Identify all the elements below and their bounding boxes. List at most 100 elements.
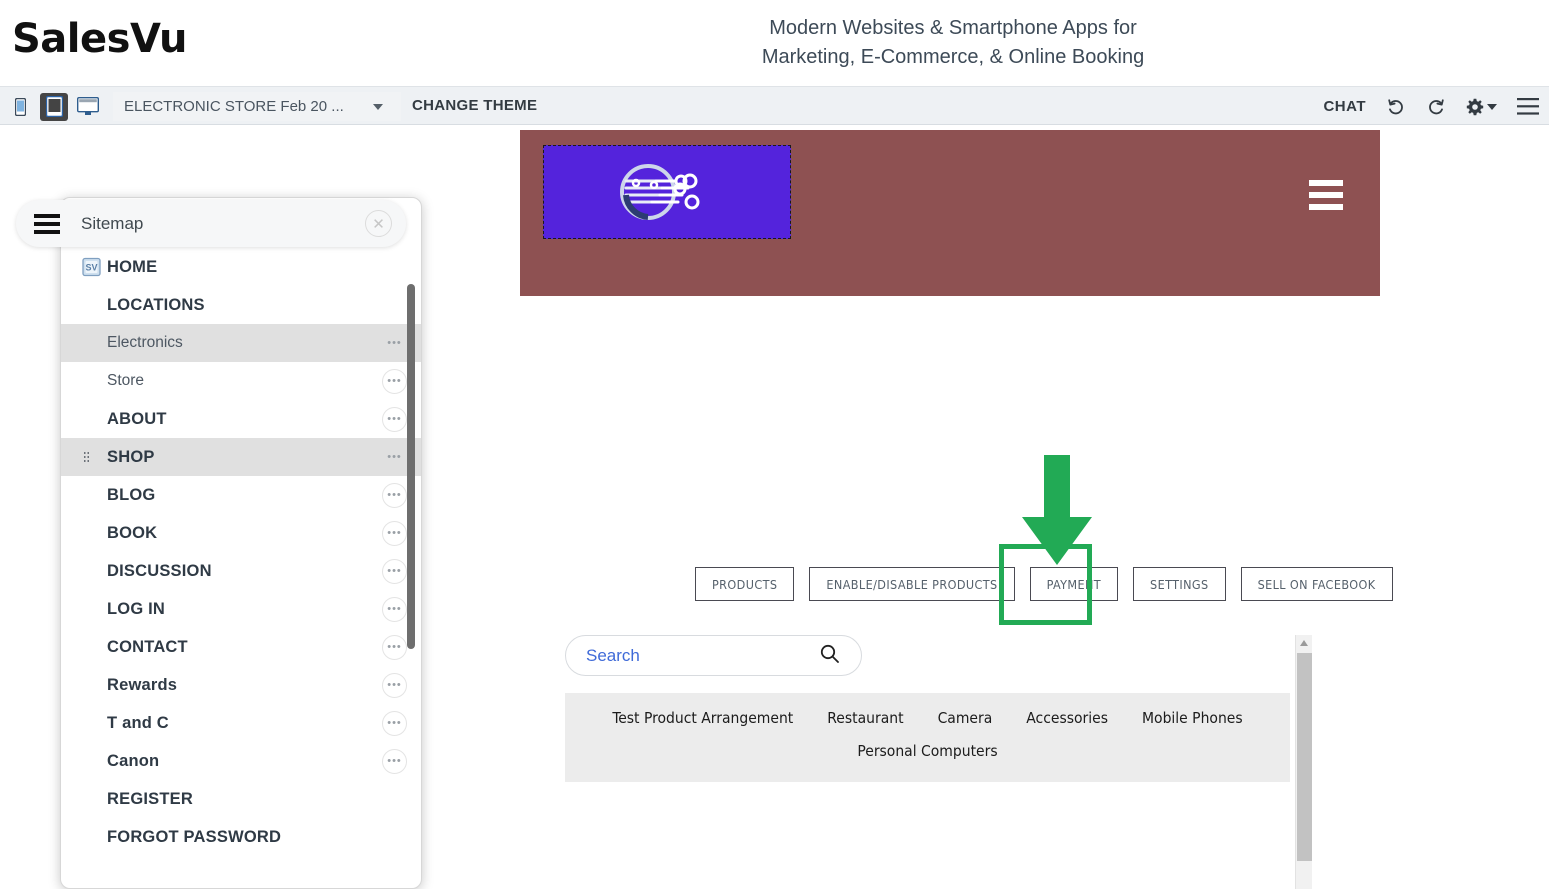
- search-input[interactable]: [566, 645, 820, 666]
- item-options-button[interactable]: •••: [382, 482, 407, 508]
- desktop-icon: [77, 97, 99, 115]
- product-thumbnail[interactable]: [580, 875, 710, 889]
- sitemap-item-t-and-c[interactable]: T and C •••: [61, 704, 421, 742]
- sitemap-item-label: ABOUT: [107, 409, 167, 428]
- scrollbar-thumb[interactable]: [407, 284, 415, 649]
- sitemap-menu-button[interactable]: [34, 213, 60, 234]
- sitemap-item-store[interactable]: Store •••: [61, 362, 421, 400]
- sitemap-item-label: Electronics: [107, 334, 183, 351]
- site-menu-button[interactable]: [1309, 180, 1343, 210]
- sitemap-item-forgot-password[interactable]: FORGOT PASSWORD: [61, 818, 421, 856]
- sitemap-item-label: CONTACT: [107, 637, 188, 656]
- sitemap-item-label: HOME: [107, 257, 158, 276]
- chat-button[interactable]: CHAT: [1323, 98, 1366, 115]
- sitemap-item-label: Canon: [107, 751, 160, 770]
- category-item[interactable]: Mobile Phones: [1142, 709, 1243, 727]
- sitemap-item-locations[interactable]: LOCATIONS: [61, 286, 421, 324]
- preview-scrollbar[interactable]: [1295, 635, 1312, 889]
- enable-disable-products-button[interactable]: ENABLE/DISABLE PRODUCTS: [809, 567, 1015, 601]
- hamburger-menu-icon: [1517, 98, 1539, 115]
- undo-icon: [1388, 98, 1403, 114]
- item-options-button[interactable]: •••: [382, 596, 407, 622]
- tablet-icon: [45, 96, 63, 117]
- close-icon[interactable]: ✕: [365, 210, 392, 237]
- sitemap-item-label: DISCUSSION: [107, 561, 212, 580]
- sitemap-item-log-in[interactable]: LOG IN •••: [61, 590, 421, 628]
- sitemap-item-electronics[interactable]: Electronics •••: [61, 324, 421, 362]
- sitemap-item-register[interactable]: REGISTER: [61, 780, 421, 818]
- desktop-view-button[interactable]: [74, 93, 102, 121]
- product-thumbnail[interactable]: [865, 875, 995, 889]
- search-icon[interactable]: [820, 644, 839, 668]
- product-search-field[interactable]: [565, 635, 862, 676]
- sitemap-item-home[interactable]: SV HOME: [61, 248, 421, 286]
- scroll-up-arrow-icon[interactable]: [1300, 640, 1308, 646]
- sitemap-item-label: REGISTER: [107, 789, 193, 808]
- sitemap-item-label: T and C: [107, 713, 169, 732]
- chevron-down-icon: [373, 103, 383, 110]
- category-row-1: Test Product Arrangement Restaurant Came…: [565, 693, 1290, 727]
- redo-icon: [1429, 98, 1444, 114]
- sitemap-item-canon[interactable]: Canon •••: [61, 742, 421, 780]
- payment-button[interactable]: PAYMENT: [1029, 567, 1119, 601]
- product-thumbnail[interactable]: [1150, 875, 1280, 889]
- sitemap-item-about[interactable]: ABOUT •••: [61, 400, 421, 438]
- sitemap-item-label: LOCATIONS: [107, 295, 205, 314]
- sell-on-facebook-button[interactable]: SELL ON FACEBOOK: [1240, 567, 1393, 601]
- sitemap-item-label: Rewards: [107, 675, 178, 694]
- gear-icon: [1466, 98, 1484, 115]
- category-row-2: Personal Computers: [565, 727, 1290, 760]
- hamburger-menu-icon: [34, 213, 60, 218]
- item-options-button[interactable]: •••: [382, 558, 407, 584]
- item-options-button[interactable]: •••: [382, 368, 407, 394]
- change-theme-button[interactable]: CHANGE THEME: [412, 97, 537, 114]
- phone-icon: [14, 97, 26, 116]
- tablet-view-button[interactable]: [40, 92, 68, 121]
- item-options-button[interactable]: •••: [382, 445, 407, 470]
- toolbar-right-actions: CHAT: [1323, 87, 1539, 126]
- sitemap-header: Sitemap ✕: [16, 200, 406, 247]
- phone-view-button[interactable]: [6, 93, 34, 121]
- item-options-button[interactable]: •••: [382, 520, 407, 546]
- scrollbar-thumb[interactable]: [1297, 653, 1312, 861]
- undo-button[interactable]: [1386, 97, 1406, 117]
- brand-header: SalesVu Modern Websites & Smartphone App…: [0, 0, 1549, 86]
- sitemap-item-discussion[interactable]: DISCUSSION •••: [61, 552, 421, 590]
- category-item[interactable]: Test Product Arrangement: [612, 709, 793, 727]
- item-options-button[interactable]: •••: [382, 406, 407, 432]
- sitemap-panel: SV HOME LOCATIONS Electronics ••• Store ••• ABO…: [60, 197, 422, 889]
- salesvu-logo: SalesVu: [12, 16, 187, 62]
- products-button[interactable]: PRODUCTS: [695, 567, 795, 601]
- sitemap-item-shop[interactable]: SHOP •••: [61, 438, 421, 476]
- theme-dropdown[interactable]: ELECTRONIC STORE Feb 20 ...: [113, 92, 401, 121]
- item-options-button[interactable]: •••: [382, 748, 407, 774]
- main-menu-button[interactable]: [1517, 98, 1539, 115]
- category-item[interactable]: Camera: [938, 709, 993, 727]
- sitemap-item-label: BOOK: [107, 523, 158, 542]
- item-options-button[interactable]: •••: [382, 331, 407, 356]
- item-options-button[interactable]: •••: [382, 634, 407, 660]
- shop-admin-buttons: PRODUCTS ENABLE/DISABLE PRODUCTS PAYMENT…: [695, 567, 1393, 601]
- sitemap-scrollbar[interactable]: [407, 284, 415, 704]
- settings-button-shop[interactable]: SETTINGS: [1133, 567, 1226, 601]
- site-logo-image[interactable]: [543, 145, 791, 239]
- sitemap-item-blog[interactable]: BLOG •••: [61, 476, 421, 514]
- sitemap-item-rewards[interactable]: Rewards •••: [61, 666, 421, 704]
- item-options-button[interactable]: •••: [382, 710, 407, 736]
- sitemap-item-label: BLOG: [107, 485, 156, 504]
- sitemap-item-book[interactable]: BOOK •••: [61, 514, 421, 552]
- category-item[interactable]: Accessories: [1026, 709, 1108, 727]
- sitemap-item-label: FORGOT PASSWORD: [107, 827, 282, 846]
- sitemap-item-label: LOG IN: [107, 599, 166, 618]
- drag-handle-icon[interactable]: [83, 451, 90, 463]
- settings-button[interactable]: [1466, 98, 1497, 116]
- salesvu-badge-icon: SV: [81, 257, 102, 278]
- item-options-button[interactable]: •••: [382, 672, 407, 698]
- sitemap-item-contact[interactable]: CONTACT •••: [61, 628, 421, 666]
- tagline-line-1: Modern Websites & Smartphone Apps for: [769, 17, 1137, 39]
- redo-button[interactable]: [1426, 97, 1446, 117]
- tagline: Modern Websites & Smartphone Apps for Ma…: [620, 14, 1286, 72]
- category-item[interactable]: Personal Computers: [857, 742, 997, 760]
- green-arrow-annotation: [1022, 455, 1092, 565]
- category-item[interactable]: Restaurant: [827, 709, 903, 727]
